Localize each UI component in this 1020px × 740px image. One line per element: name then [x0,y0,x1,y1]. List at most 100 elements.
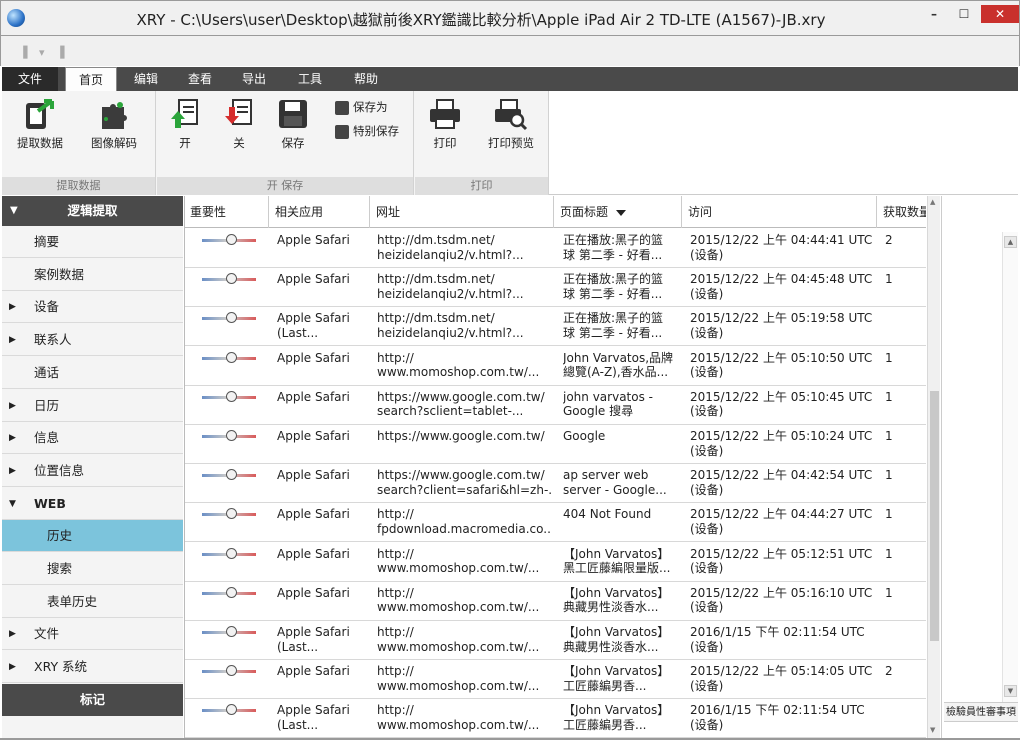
menu-help[interactable]: 帮助 [340,67,392,91]
sidebar-header-logical-extraction[interactable]: ▼ 逻辑提取 [2,196,183,226]
sidebar-item-11[interactable]: 表单历史 [2,586,183,618]
importance-slider[interactable] [202,665,256,677]
open-button[interactable]: 开 [161,97,209,151]
details-scroll-up-icon[interactable]: ▲ [1004,236,1017,248]
sidebar-item-9[interactable]: 历史 [2,520,183,553]
expand-arrow-icon[interactable]: ▶ [9,651,16,683]
slider-knob[interactable] [226,626,237,637]
importance-slider[interactable] [202,508,256,520]
slider-knob[interactable] [226,273,237,285]
table-row[interactable]: Apple Safari http://www.momoshop.com.tw/.… [185,347,926,386]
sidebar-item-0[interactable]: 摘要 [2,226,183,258]
sidebar-item-7[interactable]: ▶ 位置信息 [2,455,183,487]
importance-slider[interactable] [202,390,256,402]
expand-arrow-icon[interactable]: ▶ [9,291,16,323]
examiner-notes-tab[interactable]: 檢驗員性審事項 [944,702,1018,722]
slider-knob[interactable] [226,547,237,559]
special-save-button[interactable]: 特别保存 [335,123,399,139]
col-url[interactable]: 网址 [371,196,554,228]
expand-arrow-icon[interactable]: ▶ [9,324,16,356]
menu-home[interactable]: 首页 [65,67,117,92]
scroll-up-icon[interactable]: ▲ [930,198,935,206]
sidebar-item-6[interactable]: ▶ 信息 [2,422,183,455]
table-row[interactable]: Apple Safari http://dm.tsdm.net/heizidela… [185,268,926,308]
save-button[interactable]: 保存 [269,97,317,151]
table-row[interactable]: Apple Safari http://www.momoshop.com.tw/.… [185,660,926,700]
table-row[interactable]: Apple Safari (Last... http://www.momoshop.… [185,699,926,738]
slider-knob[interactable] [226,351,237,363]
details-scroll-down-icon[interactable]: ▼ [1004,685,1017,697]
importance-slider[interactable] [202,586,256,598]
table-row[interactable]: Apple Safari http://www.momoshop.com.tw/.… [185,582,926,621]
table-row[interactable]: Apple Safari http://www.momoshop.com.tw/.… [185,543,926,582]
maximize-button[interactable]: ☐ [951,5,977,23]
print-preview-button[interactable]: 打印预览 [481,97,541,151]
slider-knob[interactable] [226,312,237,324]
expanded-arrow-icon[interactable]: ▼ [9,488,16,520]
slider-knob[interactable] [226,508,237,520]
toolbar-grip-icon[interactable]: ▐ ▾ ▐ [19,46,68,59]
menu-edit[interactable]: 编辑 [120,67,172,91]
sidebar-item-4[interactable]: 通话 [2,357,183,389]
table-row[interactable]: Apple Safari http://fpdownload.macromedia… [185,503,926,543]
slider-knob[interactable] [226,234,237,245]
expand-arrow-icon[interactable]: ▶ [9,422,16,454]
table-row[interactable]: Apple Safari https://www.google.com.tw/se… [185,464,926,504]
slider-knob[interactable] [226,430,237,441]
col-related-app[interactable]: 相关应用 [270,196,370,228]
sidebar-item-2[interactable]: ▶ 设备 [2,291,183,324]
importance-slider[interactable] [202,704,256,716]
cell-line: 正在播放:黑子的篮 [563,311,664,326]
importance-slider[interactable] [202,430,256,441]
details-scrollbar[interactable]: ▲ ▼ [1002,232,1018,702]
cell-title: 【John Varvatos】 黑工匠藤編限量版... [563,547,679,576]
importance-slider[interactable] [202,626,256,637]
close-button[interactable]: ✕ [981,5,1019,23]
expand-arrow-icon[interactable]: ▶ [9,390,16,422]
sidebar-item-8[interactable]: ▼ WEB [2,488,183,520]
slider-knob[interactable] [226,390,237,402]
col-importance[interactable]: 重要性 [185,196,269,228]
slider-knob[interactable] [226,586,237,598]
menu-tools[interactable]: 工具 [284,67,336,91]
slider-knob[interactable] [226,665,237,677]
expand-arrow-icon[interactable]: ▶ [9,455,16,487]
save-as-button[interactable]: 保存为 [335,99,388,115]
image-decode-button[interactable]: 图像解码 [84,97,144,151]
sidebar-footer-tags[interactable]: 标记 [2,684,183,716]
menu-file[interactable]: 文件 [2,67,58,91]
table-row[interactable]: Apple Safari (Last... http://www.momoshop.… [185,621,926,660]
col-visit[interactable]: 访问 [683,196,877,228]
importance-slider[interactable] [202,273,256,285]
sidebar-item-3[interactable]: ▶ 联系人 [2,324,183,357]
slider-knob[interactable] [226,469,237,481]
importance-slider[interactable] [202,469,256,481]
scroll-down-icon[interactable]: ▼ [930,726,935,734]
table-row[interactable]: Apple Safari https://www.google.com.tw/Go… [185,425,926,464]
importance-slider[interactable] [202,234,256,245]
grid-vertical-scrollbar[interactable]: ▲ ▼ [927,196,940,738]
sidebar-item-1[interactable]: 案例数据 [2,259,183,291]
scroll-thumb[interactable] [930,391,939,641]
menu-view[interactable]: 查看 [174,67,226,91]
expand-arrow-icon[interactable]: ▶ [9,618,16,650]
menu-export[interactable]: 导出 [228,67,280,91]
sidebar-item-5[interactable]: ▶ 日历 [2,390,183,422]
importance-slider[interactable] [202,312,256,324]
print-button[interactable]: 打印 [421,97,469,151]
col-count[interactable]: 获取数量 [878,196,926,228]
col-page-title[interactable]: 页面标题 [555,196,682,228]
sidebar-item-12[interactable]: ▶ 文件 [2,618,183,651]
table-row[interactable]: Apple Safari (Last... http://dm.tsdm.net/h… [185,307,926,347]
sidebar-item-10[interactable]: 搜索 [2,553,183,585]
sidebar-item-13[interactable]: ▶ XRY 系统 [2,651,183,684]
extract-data-button[interactable]: 提取数据 [10,97,70,151]
slider-knob[interactable] [226,704,237,716]
importance-slider[interactable] [202,547,256,559]
importance-slider[interactable] [202,351,256,363]
table-row[interactable]: Apple Safari https://www.google.com.tw/se… [185,386,926,425]
close-case-button[interactable]: 关 [215,97,263,151]
ribbon-body: 提取数据 图像解码 提取数据 开 关 保存 保存为 特别保存 开 保存 打印 打… [2,91,549,195]
table-row[interactable]: Apple Safari http://dm.tsdm.net/heizidela… [185,229,926,268]
minimize-button[interactable]: – [921,5,947,23]
